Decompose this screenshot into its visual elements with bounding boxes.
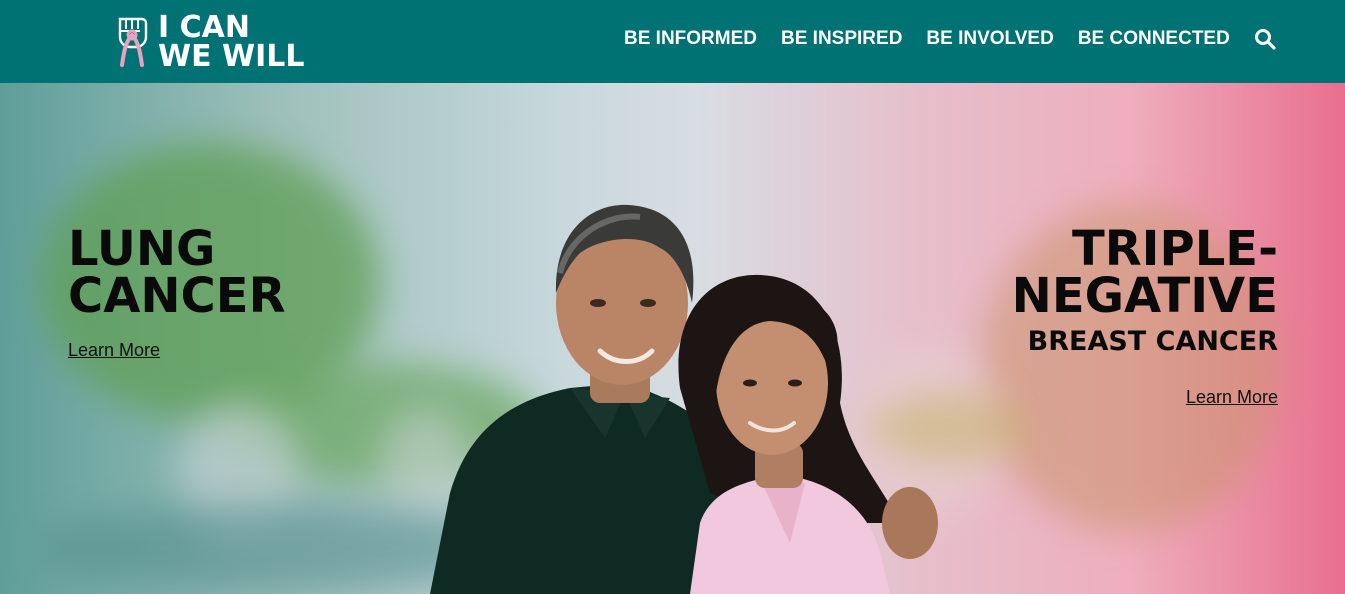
nav-be-involved[interactable]: BE INVOLVED (926, 28, 1053, 50)
nav-be-inspired[interactable]: BE INSPIRED (781, 28, 902, 50)
tnbc-title-line-1: TRIPLE- (1071, 221, 1278, 277)
brand-logo[interactable]: I CAN WE WILL (114, 12, 305, 72)
brand-line-1: I CAN (158, 10, 250, 45)
tnbc-title: TRIPLE- NEGATIVE (1011, 221, 1278, 324)
lung-cancer-title-line-2: CANCER (68, 268, 286, 324)
hero-banner: LUNG CANCER Learn More TRIPLE- NEGATIVE … (0, 83, 1345, 594)
site-header: I CAN WE WILL BE INFORMED BE INSPIRED BE… (0, 0, 1345, 83)
lung-cancer-panel: LUNG CANCER Learn More (68, 221, 286, 361)
search-icon[interactable] (1254, 28, 1276, 50)
nav-be-informed[interactable]: BE INFORMED (624, 28, 757, 50)
main-nav: BE INFORMED BE INSPIRED BE INVOLVED BE C… (624, 28, 1276, 50)
brand-wordmark: I CAN WE WILL (158, 10, 305, 74)
lung-cancer-title-line-1: LUNG (68, 221, 216, 277)
fist-ribbon-icon (118, 17, 148, 67)
brand-line-2: WE WILL (158, 39, 305, 74)
couple-photo (430, 204, 938, 594)
tnbc-learn-more-link[interactable]: Learn More (1186, 387, 1278, 408)
nav-be-connected[interactable]: BE CONNECTED (1078, 28, 1230, 50)
lung-cancer-title: LUNG CANCER (68, 221, 286, 324)
tnbc-title-line-2: NEGATIVE (1011, 268, 1278, 324)
tnbc-panel: TRIPLE- NEGATIVE BREAST CANCER Learn Mor… (1011, 221, 1278, 408)
lung-cancer-learn-more-link[interactable]: Learn More (68, 340, 160, 361)
tnbc-subtitle: BREAST CANCER (1027, 326, 1278, 357)
